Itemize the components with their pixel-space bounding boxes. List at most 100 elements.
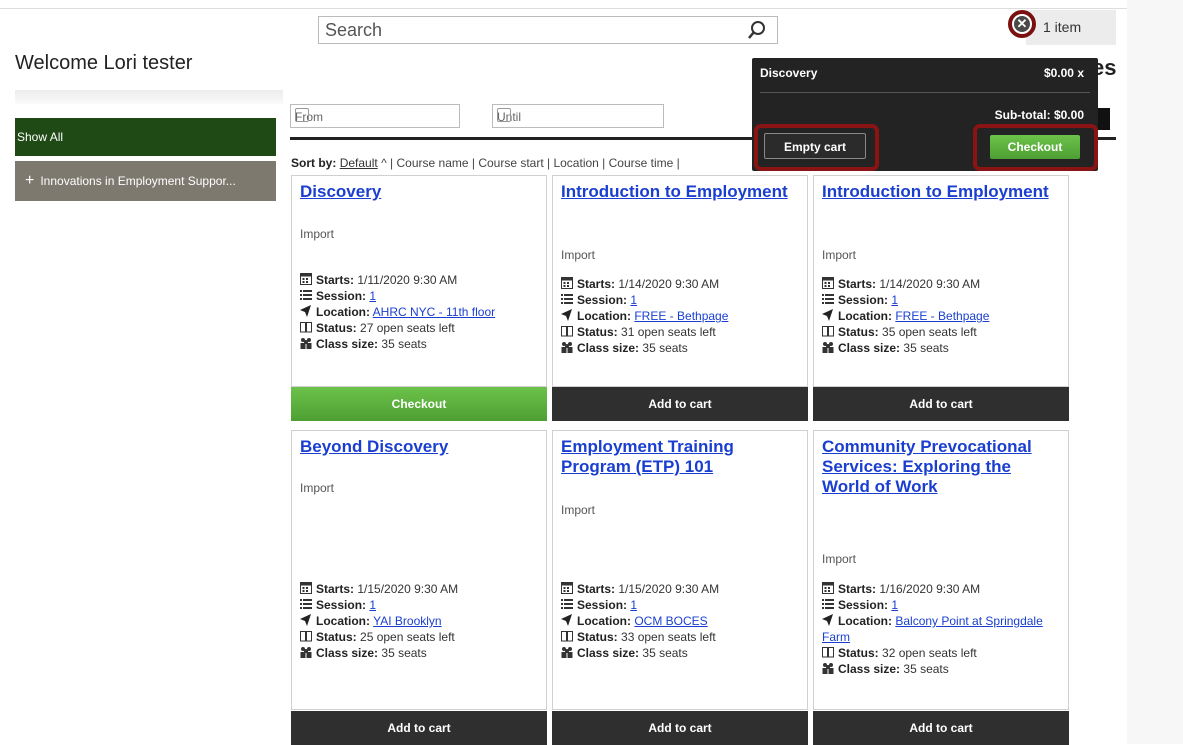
- calendar-icon: [822, 277, 838, 291]
- sort-options[interactable]: | Course name | Course start | Location …: [390, 156, 680, 170]
- add-to-cart-button[interactable]: Add to cart: [813, 711, 1069, 745]
- course-details: Starts: 1/14/2020 9:30 AM Session: 1 Locat…: [561, 276, 728, 356]
- search-box[interactable]: [318, 16, 778, 44]
- top-divider: [0, 8, 1127, 9]
- detail-label: Starts:: [838, 582, 877, 596]
- detail-label: Location:: [577, 614, 631, 628]
- add-to-cart-button[interactable]: Add to cart: [813, 387, 1069, 421]
- course-title-link[interactable]: Employment Training Program (ETP) 101: [561, 437, 799, 477]
- remove-item-icon[interactable]: x: [1077, 66, 1084, 80]
- detail-value: 25 open seats left: [360, 630, 455, 644]
- calendar-icon: [822, 582, 838, 596]
- group-icon: [822, 662, 838, 676]
- add-to-cart-button[interactable]: Add to cart: [291, 711, 547, 745]
- detail-label: Status:: [316, 321, 357, 335]
- session-link[interactable]: 1: [630, 293, 637, 307]
- sort-label: Sort by:: [291, 156, 337, 170]
- sidebar-item-innovations[interactable]: + Innovations in Employment Suppor...: [15, 161, 276, 201]
- detail-label: Starts:: [316, 273, 355, 287]
- sidebar: Show All + Innovations in Employment Supp…: [15, 118, 276, 201]
- detail-label: Starts:: [577, 277, 616, 291]
- empty-cart-button[interactable]: Empty cart: [764, 133, 866, 159]
- detail-status: Status: 33 open seats left: [561, 629, 719, 645]
- search-icon[interactable]: [747, 20, 767, 45]
- header-band: [15, 90, 283, 104]
- calendar-icon[interactable]: [295, 108, 309, 122]
- course-card: Introduction to Employment Import Starts: …: [552, 175, 808, 387]
- detail-label: Session:: [838, 598, 889, 612]
- location-link[interactable]: OCM BOCES: [634, 614, 707, 628]
- calendar-icon: [561, 582, 577, 596]
- course-title-link[interactable]: Beyond Discovery: [300, 437, 538, 457]
- until-date-input[interactable]: Until: [492, 104, 664, 128]
- session-link[interactable]: 1: [630, 598, 637, 612]
- detail-label: Class size:: [577, 341, 640, 355]
- course-provider: Import: [300, 481, 335, 495]
- detail-label: Status:: [316, 630, 357, 644]
- checkout-button[interactable]: Checkout: [291, 387, 547, 421]
- course-details: Starts: 1/15/2020 9:30 AM Session: 1 Locat…: [561, 581, 719, 661]
- location-arrow-icon: [822, 614, 838, 628]
- cart-summary[interactable]: 1 item: [1026, 10, 1116, 45]
- session-link[interactable]: 1: [891, 598, 898, 612]
- book-icon: [822, 646, 838, 660]
- detail-location: Location: FREE - Bethpage: [561, 308, 728, 324]
- from-date-input[interactable]: From: [290, 104, 460, 128]
- book-icon: [300, 321, 316, 335]
- detail-starts: Starts: 1/15/2020 9:30 AM: [300, 581, 458, 597]
- session-link[interactable]: 1: [369, 598, 376, 612]
- detail-starts: Starts: 1/16/2020 9:30 AM: [822, 581, 1058, 597]
- course-provider: Import: [822, 248, 857, 262]
- course-title-link[interactable]: Community Prevocational Services: Explor…: [822, 437, 1060, 497]
- calendar-icon[interactable]: [497, 108, 511, 122]
- course-title-link[interactable]: Discovery: [300, 182, 538, 202]
- expand-icon[interactable]: +: [25, 172, 34, 189]
- location-link[interactable]: FREE - Bethpage: [895, 309, 989, 323]
- course-card: Employment Training Program (ETP) 101 Imp…: [552, 430, 808, 710]
- detail-label: Session:: [838, 293, 889, 307]
- add-to-cart-button[interactable]: Add to cart: [552, 711, 808, 745]
- calendar-icon: [300, 273, 316, 287]
- detail-label: Session:: [577, 598, 628, 612]
- session-link[interactable]: 1: [369, 289, 376, 303]
- detail-value: 1/14/2020 9:30 AM: [618, 277, 720, 291]
- session-link[interactable]: 1: [891, 293, 898, 307]
- group-icon: [822, 341, 838, 355]
- detail-value: 1/15/2020 9:30 AM: [618, 582, 720, 596]
- detail-class-size: Class size: 35 seats: [822, 340, 989, 356]
- course-title-link[interactable]: Introduction to Employment: [822, 182, 1060, 202]
- detail-label: Location:: [577, 309, 631, 323]
- close-icon: ✕: [1014, 16, 1030, 32]
- detail-value: 35 open seats left: [882, 325, 977, 339]
- detail-session: Session: 1: [300, 288, 495, 304]
- detail-class-size: Class size: 35 seats: [822, 661, 1058, 677]
- book-icon: [561, 630, 577, 644]
- sort-default-link[interactable]: Default: [340, 156, 378, 170]
- search-input[interactable]: [319, 17, 741, 43]
- detail-location: Location: AHRC NYC - 11th floor: [300, 304, 495, 320]
- detail-session: Session: 1: [300, 597, 458, 613]
- sidebar-item-show-all[interactable]: Show All: [15, 118, 276, 156]
- popup-checkout-button[interactable]: Checkout: [990, 135, 1080, 159]
- detail-class-size: Class size: 35 seats: [561, 645, 719, 661]
- location-link[interactable]: FREE - Bethpage: [634, 309, 728, 323]
- detail-class-size: Class size: 35 seats: [300, 645, 458, 661]
- course-title-link[interactable]: Introduction to Employment: [561, 182, 799, 202]
- location-arrow-icon: [822, 309, 838, 323]
- detail-status: Status: 27 open seats left: [300, 320, 495, 336]
- calendar-icon: [561, 277, 577, 291]
- sort-arrow-icon[interactable]: ^: [381, 156, 387, 170]
- course-provider: Import: [561, 248, 596, 262]
- welcome-message: Welcome Lori tester: [15, 52, 193, 74]
- location-link[interactable]: AHRC NYC - 11th floor: [373, 305, 495, 319]
- location-arrow-icon: [300, 305, 316, 319]
- add-to-cart-button[interactable]: Add to cart: [552, 387, 808, 421]
- detail-session: Session: 1: [561, 597, 719, 613]
- close-cart-button[interactable]: ✕: [1008, 10, 1036, 38]
- detail-session: Session: 1: [561, 292, 728, 308]
- detail-starts: Starts: 1/14/2020 9:30 AM: [822, 276, 989, 292]
- location-link[interactable]: YAI Brooklyn: [373, 614, 441, 628]
- detail-value: 35 seats: [903, 662, 949, 676]
- calendar-icon: [300, 582, 316, 596]
- detail-class-size: Class size: 35 seats: [300, 336, 495, 352]
